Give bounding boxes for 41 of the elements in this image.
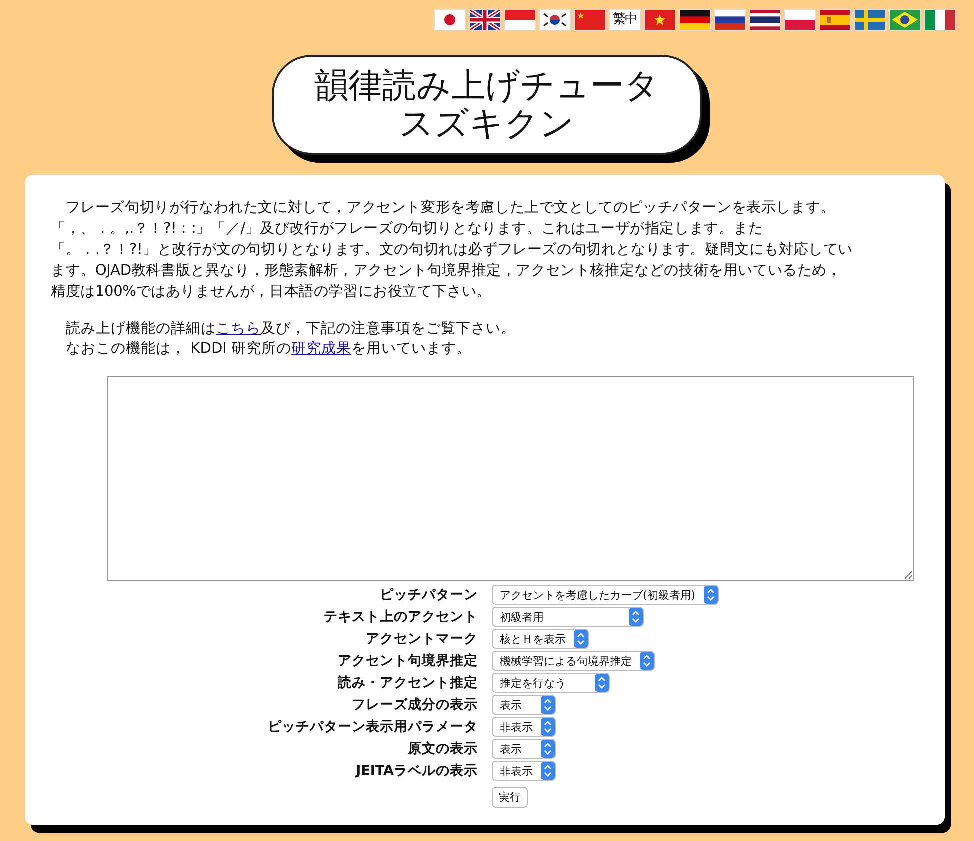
flag-icon[interactable] — [540, 10, 570, 30]
intro-paragraph: フレーズ句切りが行なわれた文に対して，アクセント変形を考慮した上で文としてのピッチパターンを表示します。 「，、．。,.？！?!：:」「／/」及び改行がフレーズの句切りとなります。これはユーザが指定します。また 「。．.？！?!」と改行が文の句切りとなります。文の句切れは必ずフレーズの句切れとなります。疑問文にも対応してい ます。OJAD教科書版と異なり，形態素解析，アクセント句境界推定，アクセント核推定などの技術を用いているため， 精度は100%ではありませんが，日本語の学習にお役立て下さい。 — [51, 198, 854, 302]
stepper-arrows-icon — [541, 762, 555, 780]
option-dropdown[interactable]: 推定を行なう — [492, 673, 610, 693]
flag-icon[interactable] — [470, 10, 500, 30]
option-label: ピッチパターン — [379, 586, 478, 604]
option-label: 読み・アクセント推定 — [336, 674, 478, 692]
flag-icon[interactable] — [715, 10, 745, 30]
note-text: 読み上げ機能の詳細は こちら及び，下記の注意事項をご覧下さい。 — [65, 319, 517, 339]
flag-icon[interactable] — [890, 10, 920, 30]
stepper-arrows-icon — [595, 674, 609, 692]
run-button[interactable]: 実行 — [492, 787, 528, 808]
option-dropdown[interactable]: 非表示 — [492, 761, 556, 781]
option-label: 原文の表示 — [406, 740, 478, 758]
stepper-arrows-icon — [574, 630, 588, 648]
option-dropdown[interactable]: アクセントを考慮したカーブ(初級者用) — [492, 585, 719, 605]
link[interactable]: 研究成果 — [292, 340, 352, 357]
option-label: テキスト上のアクセント — [323, 608, 478, 626]
option-dropdown[interactable]: 非表示 — [492, 717, 556, 737]
stepper-arrows-icon — [704, 586, 718, 604]
option-dropdown[interactable]: 初級者用 — [492, 607, 644, 627]
flag-icon[interactable] — [750, 10, 780, 30]
language-link[interactable]: 繁中 — [610, 10, 640, 30]
stepper-arrows-icon — [640, 652, 654, 670]
option-dropdown[interactable]: 表示 — [492, 739, 556, 759]
text-input-field[interactable] — [107, 376, 914, 581]
flag-icon[interactable] — [680, 10, 710, 30]
option-dropdown[interactable]: 機械学習による句境界推定 — [492, 651, 655, 671]
option-dropdown[interactable]: 表示 — [492, 695, 556, 715]
option-label: フレーズ成分の表示 — [351, 696, 478, 714]
option-label: アクセント句境界推定 — [337, 652, 478, 670]
note-text: なおこの機能は， KDDI 研究所の研究成果を用いています。 — [65, 339, 473, 359]
stepper-arrows-icon — [541, 696, 555, 714]
link[interactable]: こちら — [216, 320, 261, 337]
option-label: ピッチパターン表示用パラメータ — [267, 718, 478, 736]
option-label: アクセントマーク — [365, 630, 478, 648]
option-dropdown[interactable]: 核とＨを表示 — [492, 629, 589, 649]
stepper-arrows-icon — [629, 608, 643, 626]
stepper-arrows-icon — [541, 718, 555, 736]
stepper-arrows-icon — [541, 740, 555, 758]
option-label: JEITAラベルの表示 — [354, 762, 478, 780]
